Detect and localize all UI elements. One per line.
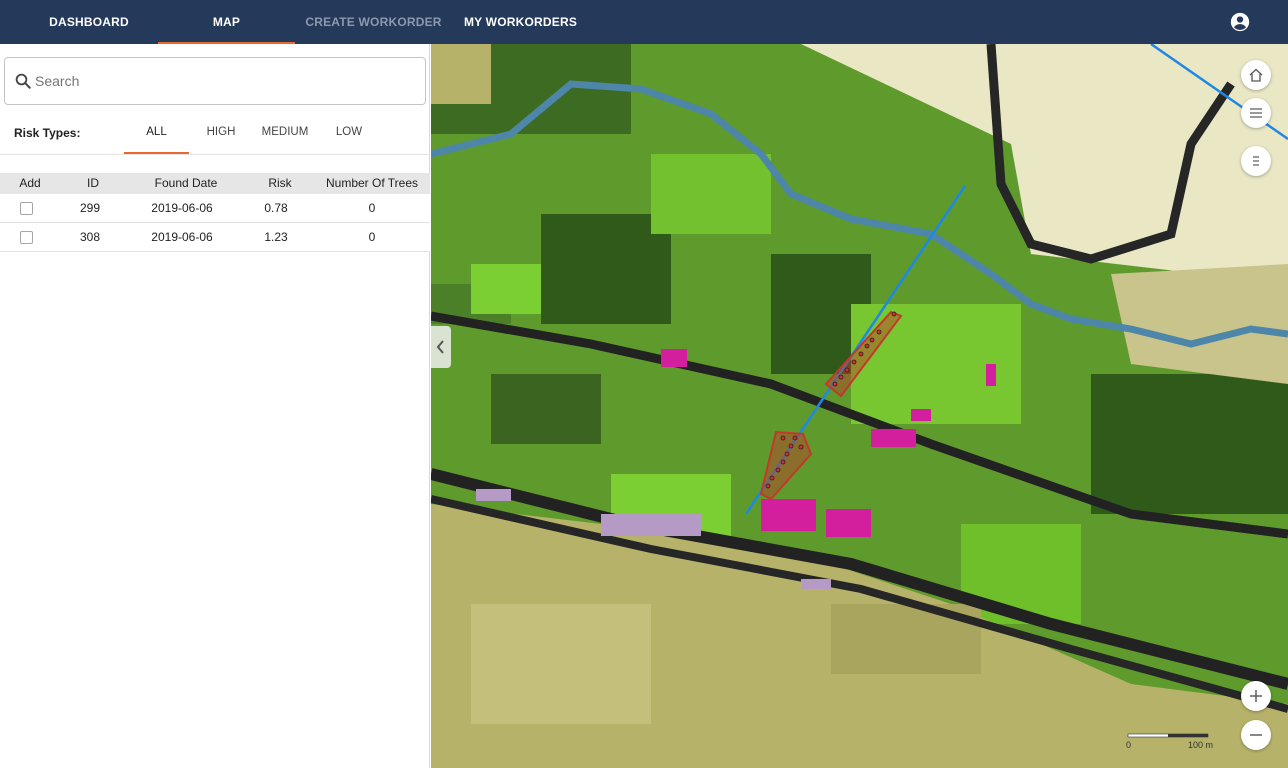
nav-tab-create-workorder[interactable]: CREATE WORKORDER — [305, 0, 442, 44]
search-box[interactable] — [4, 57, 426, 105]
row-number-of-trees: 0 — [368, 230, 376, 244]
row-id: 308 — [79, 230, 101, 244]
risk-tab-high[interactable]: HIGH — [191, 118, 251, 154]
search-input[interactable] — [35, 66, 415, 96]
collapse-sidebar-button[interactable] — [431, 326, 451, 368]
map-canvas[interactable] — [431, 44, 1288, 768]
home-icon — [1249, 68, 1263, 82]
legend-list-button[interactable] — [1241, 146, 1271, 176]
zoom-out-button[interactable] — [1241, 720, 1271, 750]
row-risk: 1.23 — [264, 230, 288, 244]
zoom-in-button[interactable] — [1241, 681, 1271, 711]
row-risk: 0.78 — [264, 201, 288, 215]
legend-list-icon — [1253, 156, 1259, 166]
row-add-checkbox[interactable] — [20, 202, 33, 215]
column-header-id[interactable]: ID — [70, 173, 116, 194]
search-icon — [15, 73, 31, 89]
nav-tab-dashboard[interactable]: DASHBOARD — [22, 0, 156, 44]
column-header-number-of-trees[interactable]: Number Of Trees — [318, 173, 426, 194]
zoom-in-icon — [1250, 690, 1262, 702]
divider — [0, 154, 430, 155]
row-found-date: 2019-06-06 — [151, 201, 213, 215]
column-header-add[interactable]: Add — [8, 173, 52, 194]
nav-tab-map[interactable]: MAP — [158, 0, 295, 44]
risk-tab-all[interactable]: ALL — [124, 118, 189, 154]
account-circle-icon[interactable] — [1230, 12, 1250, 32]
layers-list-button[interactable] — [1241, 98, 1271, 128]
vegetation-map-layer — [431, 44, 1288, 768]
table-header: Add ID Found Date Risk Number Of Trees — [0, 173, 430, 194]
column-header-risk[interactable]: Risk — [254, 173, 306, 194]
scale-end-label: 100 m — [1188, 740, 1214, 750]
table-row[interactable]: 308 2019-06-06 1.23 0 — [0, 223, 430, 252]
risk-types-label: Risk Types: — [14, 126, 81, 140]
risk-tab-all-label: ALL — [146, 126, 167, 138]
zoom-out-icon — [1250, 734, 1262, 736]
row-number-of-trees: 0 — [368, 201, 376, 215]
nav-tab-map-label: MAP — [212, 15, 241, 29]
row-found-date: 2019-06-06 — [151, 230, 213, 244]
map-scale-bar: 0 100 m — [1126, 728, 1221, 754]
top-nav-bar: DASHBOARD MAP CREATE WORKORDER MY WORKOR… — [0, 0, 1288, 44]
risk-tab-low[interactable]: LOW — [320, 118, 378, 154]
row-add-checkbox[interactable] — [20, 231, 33, 244]
chevron-left-icon — [436, 340, 444, 354]
row-id: 299 — [79, 201, 101, 215]
scale-start-label: 0 — [1126, 740, 1132, 750]
sidebar-panel: Risk Types: ALL HIGH MEDIUM LOW Add ID F… — [0, 44, 430, 768]
home-button[interactable] — [1241, 60, 1271, 90]
layers-list-icon — [1250, 108, 1262, 118]
risk-tab-medium[interactable]: MEDIUM — [254, 118, 316, 154]
nav-tab-my-workorders[interactable]: MY WORKORDERS — [452, 0, 589, 44]
table-row[interactable]: 299 2019-06-06 0.78 0 — [0, 194, 430, 223]
column-header-found-date[interactable]: Found Date — [140, 173, 232, 194]
